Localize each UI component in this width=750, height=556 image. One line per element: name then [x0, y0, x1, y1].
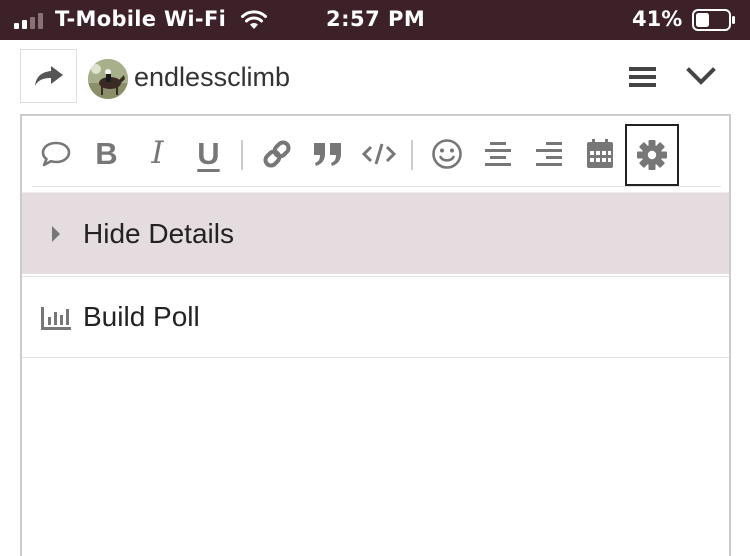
code-button[interactable] — [353, 124, 404, 183]
battery-percent: 41% — [632, 7, 683, 31]
settings-button[interactable] — [625, 124, 679, 186]
hamburger-menu-button[interactable] — [628, 64, 658, 90]
emoji-button[interactable] — [421, 124, 472, 183]
quote-icon — [313, 142, 341, 166]
hide-details-label: Hide Details — [83, 217, 234, 249]
build-poll-item[interactable]: Build Poll — [22, 276, 729, 358]
caret-right-icon — [36, 193, 76, 275]
bold-button[interactable]: B — [81, 124, 132, 183]
align-center-icon — [484, 141, 511, 166]
build-poll-label: Build Poll — [83, 301, 200, 332]
align-right-icon — [535, 141, 562, 166]
status-time: 2:57 PM — [326, 7, 426, 31]
calendar-icon — [586, 138, 613, 168]
align-right-button[interactable] — [523, 124, 574, 183]
collapse-button[interactable] — [686, 64, 716, 90]
hide-details-item[interactable]: Hide Details — [22, 192, 729, 274]
italic-button[interactable]: I — [132, 124, 183, 183]
avatar[interactable] — [88, 59, 128, 99]
underline-label: U — [197, 136, 220, 171]
underline-button[interactable]: U — [183, 124, 234, 183]
editor-toolbar: B I U — [22, 116, 729, 188]
code-icon — [361, 143, 396, 164]
smiley-icon — [431, 138, 462, 169]
speech-bubble-icon — [41, 141, 70, 166]
wifi-icon — [240, 10, 268, 35]
cellular-signal-icon — [14, 13, 48, 29]
username[interactable]: endlessclimb — [134, 62, 290, 93]
carrier-name: T-Mobile Wi-Fi — [55, 7, 227, 31]
quote-bubble-button[interactable] — [30, 124, 81, 183]
align-center-button[interactable] — [472, 124, 523, 183]
composer-editor: B I U Hide Details Build Poll — [20, 114, 731, 556]
gear-icon — [637, 140, 667, 170]
toolbar-divider — [32, 186, 721, 187]
hamburger-menu-icon — [629, 67, 656, 87]
toolbar-separator — [241, 140, 243, 170]
bold-label: B — [95, 136, 118, 171]
calendar-button[interactable] — [574, 124, 625, 183]
link-button[interactable] — [251, 124, 302, 183]
topic-header: endlessclimb — [0, 40, 750, 114]
status-bar: T-Mobile Wi-Fi 2:57 PM 41% — [0, 0, 750, 40]
blockquote-button[interactable] — [302, 124, 353, 183]
italic-label: I — [151, 135, 164, 171]
share-button[interactable] — [20, 49, 77, 103]
share-icon — [34, 66, 63, 86]
toolbar-separator — [411, 140, 413, 170]
bar-chart-icon — [36, 277, 76, 359]
chevron-down-icon — [686, 67, 716, 85]
battery-icon — [692, 9, 736, 31]
link-icon — [262, 139, 291, 168]
